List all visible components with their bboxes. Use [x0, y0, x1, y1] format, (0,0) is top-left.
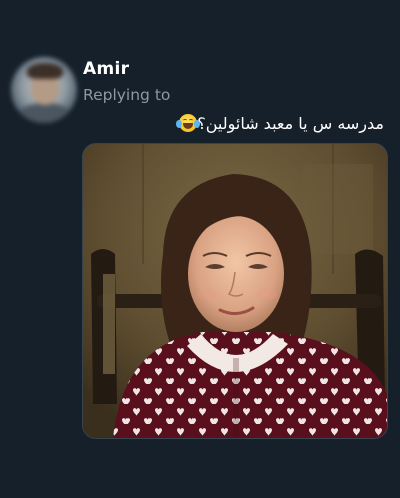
tweet-text-content: مدرسه س يا معبد شائولين؟ — [197, 114, 384, 133]
face-with-tears-of-joy-icon — [176, 114, 201, 132]
photo-illustration — [83, 144, 387, 438]
avatar-hair — [27, 63, 63, 79]
author-name[interactable]: Amir — [83, 59, 129, 79]
tweet-text: مدرسه س يا معبد شائولين؟ — [176, 114, 384, 133]
avatar-shoulders — [15, 103, 75, 123]
replying-to-label: Replying to — [83, 86, 171, 104]
avatar[interactable] — [11, 57, 77, 123]
tweet[interactable]: Amir Replying to مدرسه س يا معبد شائولين… — [0, 0, 400, 498]
tweet-media-image[interactable] — [82, 143, 388, 439]
